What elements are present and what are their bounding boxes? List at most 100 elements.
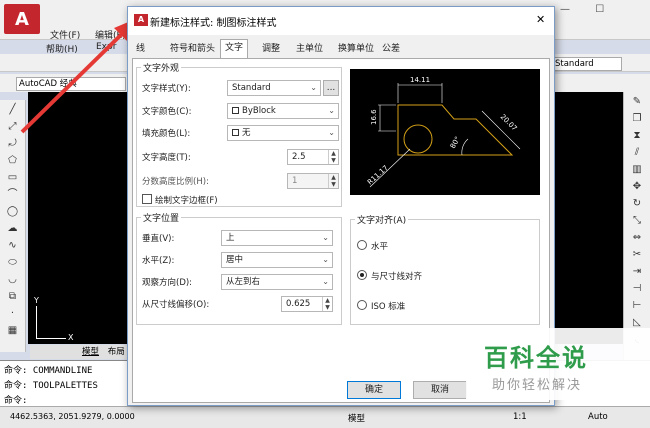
horizontal-value: 居中 bbox=[226, 255, 244, 265]
ellipse-arc-icon[interactable]: ◡ bbox=[6, 273, 20, 287]
erase-icon[interactable]: ✎ bbox=[630, 95, 644, 109]
align-dimline-label: 与尺寸线对齐 bbox=[371, 272, 423, 282]
align-iso-label: ISO 标准 bbox=[371, 302, 406, 312]
text-appearance-title: 文字外观 bbox=[141, 61, 182, 74]
rectangle-icon[interactable]: ▭ bbox=[6, 171, 20, 185]
scale-icon[interactable]: ⤡ bbox=[630, 214, 644, 228]
mirror-icon[interactable]: ⧗ bbox=[630, 129, 644, 143]
modify-toolbar: ✎ ❐ ⧗ ⫽ ▥ ✥ ↻ ⤡ ⇔ ✂ ⇥ ⊣ ⊢ ◺ ◟ bbox=[623, 92, 650, 362]
view-direction-label: 观察方向(D): bbox=[142, 278, 193, 288]
rotate-icon[interactable]: ↻ bbox=[630, 197, 644, 211]
text-color-value: ByBlock bbox=[242, 106, 276, 116]
hatch-icon[interactable]: ▦ bbox=[6, 324, 20, 338]
tab-lines[interactable]: 线 bbox=[132, 41, 149, 57]
text-alignment-group: 文字对齐(A) 水平 与尺寸线对齐 ISO 标准 bbox=[350, 213, 540, 325]
stretch-icon[interactable]: ⇔ bbox=[630, 231, 644, 245]
join-icon[interactable]: ⊢ bbox=[630, 299, 644, 313]
watermark-title: 百科全说 bbox=[484, 344, 588, 372]
copy-icon[interactable]: ❐ bbox=[630, 112, 644, 126]
vertical-value: 上 bbox=[226, 233, 235, 243]
array-icon[interactable]: ▥ bbox=[630, 163, 644, 177]
text-color-combo[interactable]: ByBlock ⌄ bbox=[227, 103, 339, 119]
vertical-label: 垂直(V): bbox=[142, 234, 175, 244]
tab-layout[interactable]: 布局 bbox=[108, 347, 125, 357]
text-height-spinner[interactable]: 2.5 ▲ ▼ bbox=[287, 149, 339, 165]
auto-scale-toggle[interactable]: Auto bbox=[588, 412, 608, 422]
ucs-y-label: Y bbox=[34, 296, 39, 305]
ucs-y-axis bbox=[36, 306, 37, 338]
tab-model[interactable]: 模型 bbox=[82, 347, 99, 357]
offset-label: 从尺寸线偏移(O): bbox=[142, 300, 210, 310]
fill-swatch-icon bbox=[232, 129, 239, 136]
status-bar: 4462.5363, 2051.9279, 0.0000 模型 1:1 Auto bbox=[0, 406, 650, 428]
chevron-down-icon: ⌄ bbox=[328, 128, 335, 137]
text-style-label: 文字样式(Y): bbox=[142, 84, 191, 94]
preview-panel: 14.11 16.6 20.07 80° R11.17 bbox=[350, 69, 540, 195]
circle-icon[interactable]: ◯ bbox=[6, 205, 20, 219]
tab-primary-units[interactable]: 主单位 bbox=[292, 41, 327, 57]
spin-arrows-icon[interactable]: ▲ ▼ bbox=[328, 174, 338, 188]
text-placement-title: 文字位置 bbox=[141, 211, 182, 224]
chevron-down-icon: ⌄ bbox=[310, 83, 317, 92]
align-horizontal-radio[interactable] bbox=[357, 240, 367, 250]
break-icon[interactable]: ⊣ bbox=[630, 282, 644, 296]
offset-icon[interactable]: ⫽ bbox=[630, 146, 644, 160]
move-icon[interactable]: ✥ bbox=[630, 180, 644, 194]
text-height-label: 文字高度(T): bbox=[142, 153, 191, 163]
style-combo[interactable]: Standard bbox=[552, 57, 622, 71]
maximize-icon[interactable]: ☐ bbox=[595, 4, 604, 15]
tab-tolerances[interactable]: 公差 bbox=[378, 41, 404, 57]
trim-icon[interactable]: ✂ bbox=[630, 248, 644, 262]
fraction-scale-spinner[interactable]: 1 ▲ ▼ bbox=[287, 173, 339, 189]
text-alignment-title: 文字对齐(A) bbox=[355, 213, 409, 226]
horizontal-combo[interactable]: 居中 ⌄ bbox=[221, 252, 333, 268]
ok-button[interactable]: 确定 bbox=[347, 381, 401, 399]
text-style-browse-button[interactable]: ... bbox=[323, 80, 339, 96]
fill-color-combo[interactable]: 无 ⌄ bbox=[227, 125, 339, 141]
fraction-scale-value: 1 bbox=[292, 176, 298, 186]
dialog-title: 新建标注样式: 制图标注样式 bbox=[150, 18, 277, 29]
tab-fit[interactable]: 调整 bbox=[258, 41, 284, 57]
revcloud-icon[interactable]: ☁ bbox=[6, 222, 20, 236]
text-color-label: 文字颜色(C): bbox=[142, 107, 192, 117]
watermark-subtitle: 助你轻松解决 bbox=[492, 378, 583, 393]
extend-icon[interactable]: ⇥ bbox=[630, 265, 644, 279]
dialog-titlebar: A 新建标注样式: 制图标注样式 ✕ bbox=[128, 7, 554, 35]
annotation-scale[interactable]: 1:1 bbox=[513, 412, 527, 422]
spin-arrows-icon[interactable]: ▲ ▼ bbox=[328, 150, 338, 164]
model-space-button[interactable]: 模型 bbox=[348, 412, 365, 424]
close-icon[interactable]: ✕ bbox=[536, 13, 545, 26]
text-style-combo[interactable]: Standard ⌄ bbox=[227, 80, 321, 96]
cancel-button[interactable]: 取消 bbox=[413, 381, 467, 399]
color-swatch-icon bbox=[232, 107, 239, 114]
polygon-icon[interactable]: ⬠ bbox=[6, 154, 20, 168]
chevron-down-icon: ⌄ bbox=[322, 255, 329, 264]
text-style-value: Standard bbox=[232, 83, 271, 93]
spin-arrows-icon[interactable]: ▲ ▼ bbox=[322, 297, 332, 311]
spline-icon[interactable]: ∿ bbox=[6, 239, 20, 253]
align-iso-radio[interactable] bbox=[357, 300, 367, 310]
minimize-icon[interactable]: — bbox=[560, 4, 570, 15]
offset-spinner[interactable]: 0.625 ▲ ▼ bbox=[281, 296, 333, 312]
ellipse-icon[interactable]: ⬭ bbox=[6, 256, 20, 270]
ucs-x-label: X bbox=[68, 333, 74, 342]
window-controls[interactable]: — ☐ bbox=[560, 4, 650, 20]
arrow-shaft bbox=[20, 26, 130, 134]
insert-block-icon[interactable]: ⧉ bbox=[6, 290, 20, 304]
arc-icon[interactable]: ⌒ bbox=[6, 188, 20, 202]
align-dimline-radio[interactable] bbox=[357, 270, 367, 280]
dim-left-text: 16.6 bbox=[370, 109, 378, 125]
text-frame-checkbox[interactable] bbox=[142, 194, 152, 204]
tab-symbols-arrows[interactable]: 符号和箭头 bbox=[166, 41, 219, 57]
tab-text[interactable]: 文字 bbox=[220, 39, 249, 59]
point-icon[interactable]: · bbox=[6, 307, 20, 321]
align-horizontal-label: 水平 bbox=[371, 242, 389, 252]
view-direction-combo[interactable]: 从左到右 ⌄ bbox=[221, 274, 333, 290]
tab-alternate-units[interactable]: 换算单位 bbox=[334, 41, 378, 57]
ucs-x-axis bbox=[36, 338, 66, 339]
text-height-value: 2.5 bbox=[292, 152, 306, 162]
watermark: 百科全说 助你轻松解决 bbox=[466, 328, 650, 400]
vertical-combo[interactable]: 上 ⌄ bbox=[221, 230, 333, 246]
view-direction-value: 从左到右 bbox=[226, 277, 261, 287]
text-placement-group: 文字位置 垂直(V): 上 ⌄ 水平(Z): 居中 ⌄ 观察方向(D): 从左到… bbox=[136, 211, 342, 325]
